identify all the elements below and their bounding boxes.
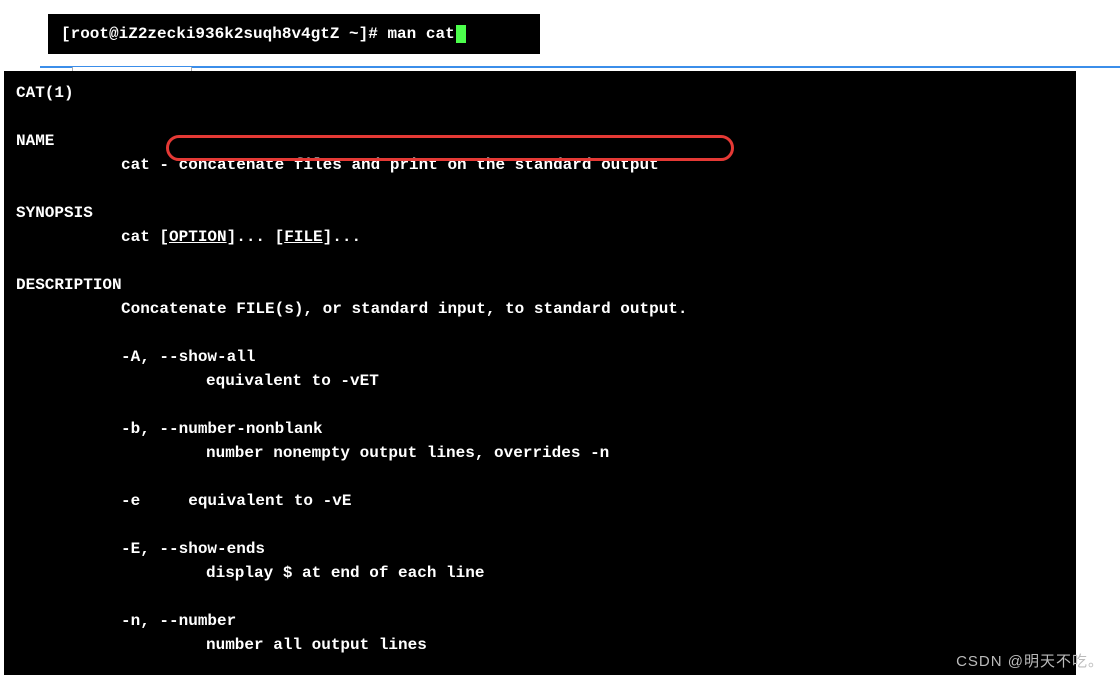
man-header: CAT(1) (16, 81, 1064, 105)
blank-line (16, 513, 1064, 537)
blank-line (16, 249, 1064, 273)
opt-e: -e equivalent to -vE (16, 489, 1064, 513)
opt-E: -E, --show-ends (16, 537, 1064, 561)
optb-desc-pre: number nonempty output lines, overrides (206, 444, 590, 462)
opt-E-desc: display $ at end of each line (16, 561, 1064, 585)
opt-b-desc: number nonempty output lines, overrides … (16, 441, 1064, 465)
optA-long: , --show-all (140, 348, 255, 366)
opt-n: -n, --number (16, 609, 1064, 633)
opt-A-desc: equivalent to -vET (16, 369, 1064, 393)
section-desc-heading: DESCRIPTION (16, 273, 1064, 297)
opte-desc-flag: -vE (323, 492, 352, 510)
optb-desc-flag: -n (590, 444, 609, 462)
blank-line (16, 105, 1064, 129)
optA-desc-flag: -vET (340, 372, 378, 390)
synopsis-sep2: ]... [ (227, 228, 285, 246)
blank-line (16, 585, 1064, 609)
optn-long: , --number (140, 612, 236, 630)
optA-desc-pre: equivalent to (206, 372, 340, 390)
cursor-block (456, 25, 466, 43)
synopsis-file: FILE (284, 228, 322, 246)
prompt-text: [root@iZ2zecki936k2suqh8v4gtZ ~]# man ca… (61, 25, 455, 43)
synopsis-line: cat [OPTION]... [FILE]... (16, 225, 1064, 249)
opte-desc-pre: equivalent to (140, 492, 322, 510)
desc-line: Concatenate FILE(s), or standard input, … (16, 297, 1064, 321)
blank-line (16, 177, 1064, 201)
optE-long: , --show-ends (140, 540, 265, 558)
opt-n-desc: number all output lines (16, 633, 1064, 657)
blank-line (16, 465, 1064, 489)
optb-long: , --number-nonblank (140, 420, 322, 438)
terminal-prompt[interactable]: [root@iZ2zecki936k2suqh8v4gtZ ~]# man ca… (48, 14, 540, 54)
synopsis-sep3: ]... (323, 228, 361, 246)
name-desc: concatenate files and print on the stand… (179, 156, 659, 174)
manpage-output[interactable]: CAT(1) NAME cat - concatenate files and … (4, 71, 1076, 675)
opt-A: -A, --show-all (16, 345, 1064, 369)
opte-flag: -e (121, 492, 140, 510)
optA-flag: -A (121, 348, 140, 366)
synopsis-sep1: [ (150, 228, 169, 246)
optn-flag: -n (121, 612, 140, 630)
blank-line (16, 321, 1064, 345)
synopsis-option: OPTION (169, 228, 227, 246)
section-synopsis-heading: SYNOPSIS (16, 201, 1064, 225)
synopsis-cmd: cat (121, 228, 150, 246)
opt-b: -b, --number-nonblank (16, 417, 1064, 441)
optE-flag: -E (121, 540, 140, 558)
blank-line (16, 393, 1064, 417)
optb-flag: -b (121, 420, 140, 438)
name-prefix: cat - (121, 156, 179, 174)
tab-bar (40, 66, 1120, 69)
section-name-heading: NAME (16, 129, 1064, 153)
name-line: cat - concatenate files and print on the… (16, 153, 1064, 177)
